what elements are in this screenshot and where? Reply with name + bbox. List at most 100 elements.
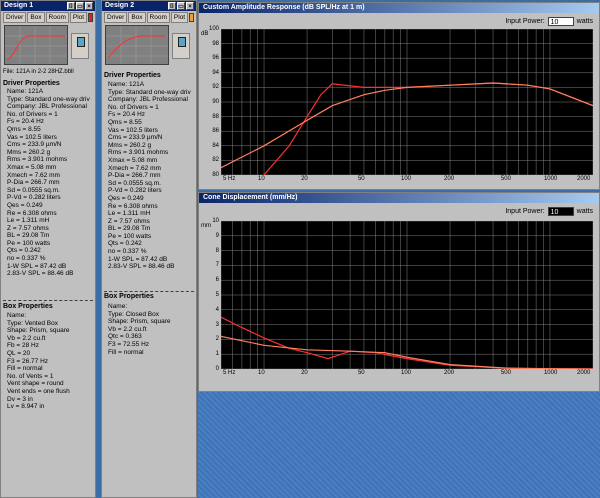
driver-prop-line: Qms = 8.55 — [108, 118, 142, 126]
cone-x-tick-label: 10 — [258, 370, 265, 376]
cone-y-tick-label: 8 — [215, 247, 219, 254]
driver-prop-line: No. of Drivers = 1 — [108, 103, 159, 111]
driver-prop-line: Cms = 233.9 µm/N — [7, 141, 62, 149]
driver-prop-line: Pe = 100 watts — [7, 239, 51, 247]
amp-y-tick-label: 84 — [212, 142, 219, 149]
cone-x-tick-label: 1000 — [543, 370, 558, 376]
driver-prop-line: Qms = 8.55 — [7, 125, 41, 133]
driver-prop-line: Mms = 260.2 g — [7, 148, 51, 156]
driver-tab[interactable]: Driver — [3, 12, 27, 23]
room-tab[interactable]: Room — [146, 12, 170, 23]
cone-input-power-field[interactable]: 10 — [547, 207, 574, 216]
restore-icon[interactable]: ▭ — [76, 2, 84, 10]
driver-prop-line: Xmech = 7.62 mm — [108, 164, 161, 172]
design-2-panel: Design 2 ⌷ ▭ × Driver Box Room Plot Driv… — [101, 0, 197, 498]
design-1-tabs: Driver Box Room Plot — [1, 11, 95, 24]
cone-x-tick-label: 50 — [357, 370, 365, 376]
box-prop-line: Lv = 8.947 in — [7, 403, 45, 411]
design-2-box-header: Box Properties — [104, 293, 154, 300]
driver-prop-line: BL = 29.08 Tm — [7, 232, 50, 240]
plot-tab[interactable]: Plot — [69, 12, 88, 23]
driver-prop-line: Qts = 0.242 — [108, 240, 142, 248]
driver-prop-line: 1-W SPL = 87.42 dB — [108, 255, 168, 263]
driver-tab[interactable]: Driver — [104, 12, 128, 23]
design-1-driver-props: Name: 121A Type: Standard one-way driv Com… — [7, 88, 95, 278]
cone-y-tick-label: 4 — [215, 306, 219, 313]
driver-prop-line: no = 0.337 % — [108, 248, 147, 256]
driver-prop-line: 2.83-V SPL = 88.46 dB — [7, 270, 74, 278]
driver-prop-line: Xmax = 5.08 mm — [108, 156, 158, 164]
driver-prop-line: Company: JBL Professional — [7, 103, 87, 111]
lock-icon[interactable]: ⌷ — [168, 2, 176, 10]
box-prop-line: Fill = normal — [108, 348, 144, 356]
design-2-title: Design 2 — [105, 2, 135, 9]
driver-prop-line: P-Vd = 0.282 liters — [108, 187, 162, 195]
amp-y-tick-label: 92 — [212, 84, 219, 91]
amp-input-power-field[interactable]: 10 — [547, 17, 574, 26]
driver-prop-line: Re = 6.308 ohms — [108, 202, 158, 210]
design-1-title: Design 1 — [4, 2, 34, 9]
box-prop-line: F3 = 26.77 Hz — [7, 357, 49, 365]
design-1-thumbnail — [4, 25, 68, 65]
box-prop-line: Qtc = 0.363 — [108, 333, 142, 341]
driver-prop-line: Mms = 260.2 g — [108, 141, 152, 149]
cone-x-tick-label: 2000 — [577, 370, 591, 376]
driver-prop-line: Xmech = 7.62 mm — [7, 171, 60, 179]
cone-x-tick-label: 200 — [444, 370, 455, 376]
driver-prop-line: P-Dia = 266.7 mm — [7, 179, 60, 187]
cone-y-tick-label: 1 — [215, 351, 219, 358]
amp-input-power-unit: watts — [576, 18, 593, 25]
driver-prop-line: Type: Standard one-way driv — [108, 88, 191, 96]
driver-prop-line: Fs = 20.4 Hz — [108, 111, 146, 119]
driver-prop-line: Pe = 100 watts — [108, 232, 152, 240]
design-1-color-swatch[interactable] — [88, 13, 93, 22]
amp-x-tick-label: 50 — [357, 176, 365, 182]
divider — [104, 291, 194, 292]
amp-y-tick-label: 94 — [212, 69, 219, 76]
lock-icon[interactable]: ⌷ — [67, 2, 75, 10]
driver-prop-line: Type: Standard one-way driv — [7, 95, 90, 103]
amp-input-power-label: Input Power: — [505, 18, 545, 25]
driver-prop-line: Rms = 3.901 mohms — [7, 156, 68, 164]
driver-prop-line: No. of Drivers = 1 — [7, 110, 58, 118]
design-2-tabs: Driver Box Room Plot — [102, 11, 196, 24]
box-prop-line: Vent shape = round — [7, 380, 64, 388]
design-1-box-props: Name: Type: Vented Box Shape: Prism, squar… — [7, 312, 95, 411]
restore-icon[interactable]: ▭ — [177, 2, 185, 10]
cone-y-tick-label: 3 — [215, 321, 219, 328]
close-icon[interactable]: × — [186, 2, 194, 10]
cone-y-tick-label: 10 — [212, 218, 219, 224]
driver-prop-line: P-Vd = 0.282 liters — [7, 194, 61, 202]
design-2-thumbnail — [105, 25, 169, 65]
driver-prop-line: Fs = 20.4 Hz — [7, 118, 45, 126]
amplitude-response-window: Custom Amplitude Response (dB SPL/Hz at … — [198, 2, 600, 190]
cone-y-tick-label: 2 — [215, 336, 219, 343]
divider — [3, 300, 93, 301]
box-tab[interactable]: Box — [128, 12, 146, 23]
driver-prop-line: 2.83-V SPL = 88.46 dB — [108, 263, 175, 271]
amp-x-tick-label: 100 — [401, 176, 412, 182]
design-2-driver-props: Name: 121A Type: Standard one-way driv Com… — [108, 81, 196, 271]
amp-x-tick-label: 10 — [258, 176, 265, 182]
driver-prop-line: Sd = 0.0555 sq.m. — [108, 179, 161, 187]
box-prop-line: Shape: Prism, square — [108, 318, 171, 326]
design-1-titlebar: Design 1 ⌷ ▭ × — [1, 1, 95, 11]
driver-prop-line: Rms = 3.901 mohms — [108, 149, 169, 157]
amp-y-tick-label: 100 — [208, 26, 219, 32]
box-prop-line: Dv = 3 in — [7, 395, 33, 403]
driver-prop-line: 1-W SPL = 87.42 dB — [7, 262, 67, 270]
driver-prop-line: Xmax = 5.08 mm — [7, 163, 57, 171]
plot-tab[interactable]: Plot — [170, 12, 189, 23]
box-prop-line: Type: Closed Box — [108, 310, 159, 318]
room-tab[interactable]: Room — [45, 12, 69, 23]
cone-x-tick-label: 20 — [301, 370, 308, 376]
driver-prop-line: Z = 7.57 ohms — [108, 217, 150, 225]
driver-prop-line: Name: 121A — [108, 81, 145, 88]
driver-prop-line: Sd = 0.0555 sq.m. — [7, 186, 60, 194]
driver-prop-line: Z = 7.57 ohms — [7, 224, 49, 232]
close-icon[interactable]: × — [85, 2, 93, 10]
box-tab[interactable]: Box — [27, 12, 45, 23]
box-prop-line: Name: — [7, 312, 27, 319]
driver-prop-line: no = 0.337 % — [7, 255, 46, 263]
design-2-color-swatch[interactable] — [189, 13, 194, 22]
